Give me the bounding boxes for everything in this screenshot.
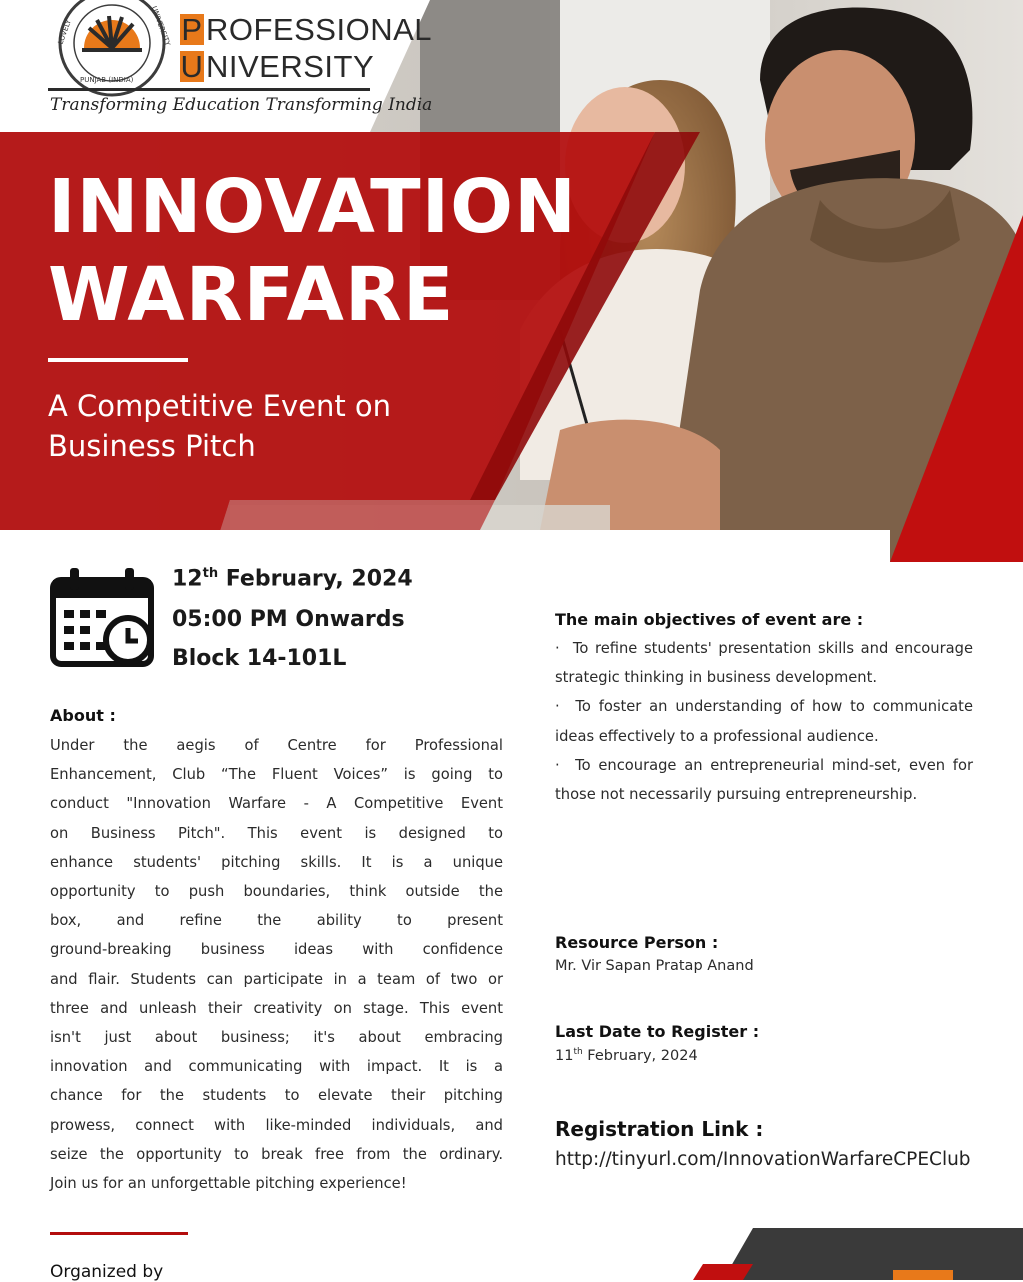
about-line: enhance students' pitching skills. It is… xyxy=(50,853,503,871)
bullet-dot: · xyxy=(555,640,573,657)
about-line: innovation and communicating with impact… xyxy=(50,1058,503,1076)
objectives-list: · To refine students' presentation skill… xyxy=(555,634,973,809)
logo-word-university: UNIVERSITY xyxy=(180,49,374,85)
registration-heading: Registration Link : xyxy=(555,1117,764,1141)
calendar-clock-icon xyxy=(50,568,154,667)
about-line: isn't just about business; it's about em… xyxy=(50,1029,503,1047)
objective-text: To encourage an entrepreneurial mind-set… xyxy=(555,756,973,804)
resource-name: Mr. Vir Sapan Pratap Anand xyxy=(555,958,754,974)
about-line: opportunity to push boundaries, think ou… xyxy=(50,883,503,901)
about-line: prowess, connect with like-minded indivi… xyxy=(50,1116,503,1134)
deadline-date: 11th February, 2024 xyxy=(555,1047,698,1064)
event-time: 05:00 PM Onwards xyxy=(172,607,405,632)
about-line: conduct "Innovation Warfare - A Competit… xyxy=(50,795,503,813)
logo-cap-u: U xyxy=(180,49,204,84)
event-date: 12th February, 2024 xyxy=(172,566,413,591)
about-line: and flair. Students can participate in a… xyxy=(50,970,503,988)
event-day-suffix: th xyxy=(202,566,219,581)
footer-divider xyxy=(50,1232,188,1235)
resource-heading: Resource Person : xyxy=(555,933,719,952)
about-paragraph: Under the aegis of Centre for Profession… xyxy=(50,731,503,1198)
event-title-line2: WARFARE xyxy=(48,252,455,338)
about-line: seize the opportunity to break free from… xyxy=(50,1145,503,1163)
objectives-heading: The main objectives of event are : xyxy=(555,610,864,629)
deadline-month-year: February, 2024 xyxy=(582,1047,698,1064)
about-line: ground-breaking business ideas with conf… xyxy=(50,941,503,959)
about-line: three and unleash their creativity on st… xyxy=(50,999,503,1017)
seal-text-bottom: PUNJAB (INDIA) xyxy=(80,76,134,84)
about-line: chance for the students to elevate their… xyxy=(50,1087,503,1105)
objective-text: To refine students' presentation skills … xyxy=(555,640,973,687)
logo-cap-p: P xyxy=(180,12,204,47)
event-day: 12 xyxy=(172,566,203,592)
logo-word-professional: P ROFESSIONAL xyxy=(180,12,432,48)
bullet-dot: · xyxy=(555,756,576,774)
registration-link[interactable]: http://tinyurl.com/InnovationWarfareCPEC… xyxy=(555,1149,971,1170)
about-line: Join us for an unforgettable pitching ex… xyxy=(50,1175,407,1193)
objective-text: To foster an understanding of how to com… xyxy=(555,698,973,745)
organized-by-label: Organized by xyxy=(50,1262,164,1282)
footer-corner-graphic xyxy=(693,1228,1023,1280)
logo-divider xyxy=(48,88,370,91)
deadline-day: 11 xyxy=(555,1047,574,1064)
logo-rest-professional: ROFESSIONAL xyxy=(206,12,432,47)
event-month-year: February, 2024 xyxy=(218,566,413,592)
bullet-dot: · xyxy=(555,698,576,716)
hero-banner: LOVELY UNIVERSITY PUNJAB (INDIA) P ROFESS… xyxy=(0,0,1023,562)
about-line: on Business Pitch". This event is design… xyxy=(50,824,503,842)
about-line: Enhancement, Club “The Fluent Voices” is… xyxy=(50,766,503,784)
event-title-line1: INNOVATION xyxy=(48,164,577,250)
event-venue: Block 14-101L xyxy=(172,646,347,671)
objective-item: · To encourage an entrepreneurial mind-s… xyxy=(555,751,973,809)
about-line: box, and refine the ability to present xyxy=(50,912,503,930)
brand-tagline: Transforming Education Transforming Indi… xyxy=(50,95,433,115)
objective-item: · To foster an understanding of how to c… xyxy=(555,692,973,750)
deadline-heading: Last Date to Register : xyxy=(555,1022,760,1041)
deadline-day-suffix: th xyxy=(573,1047,583,1057)
event-subtitle-line1: A Competitive Event on xyxy=(48,389,392,423)
logo-rest-university: NIVERSITY xyxy=(206,49,375,84)
objective-item: · To refine students' presentation skill… xyxy=(555,634,973,692)
about-heading: About : xyxy=(50,706,116,725)
title-underline xyxy=(48,358,188,362)
event-subtitle-line2: Business Pitch xyxy=(48,429,256,463)
about-line: Under the aegis of Centre for Profession… xyxy=(50,737,503,754)
